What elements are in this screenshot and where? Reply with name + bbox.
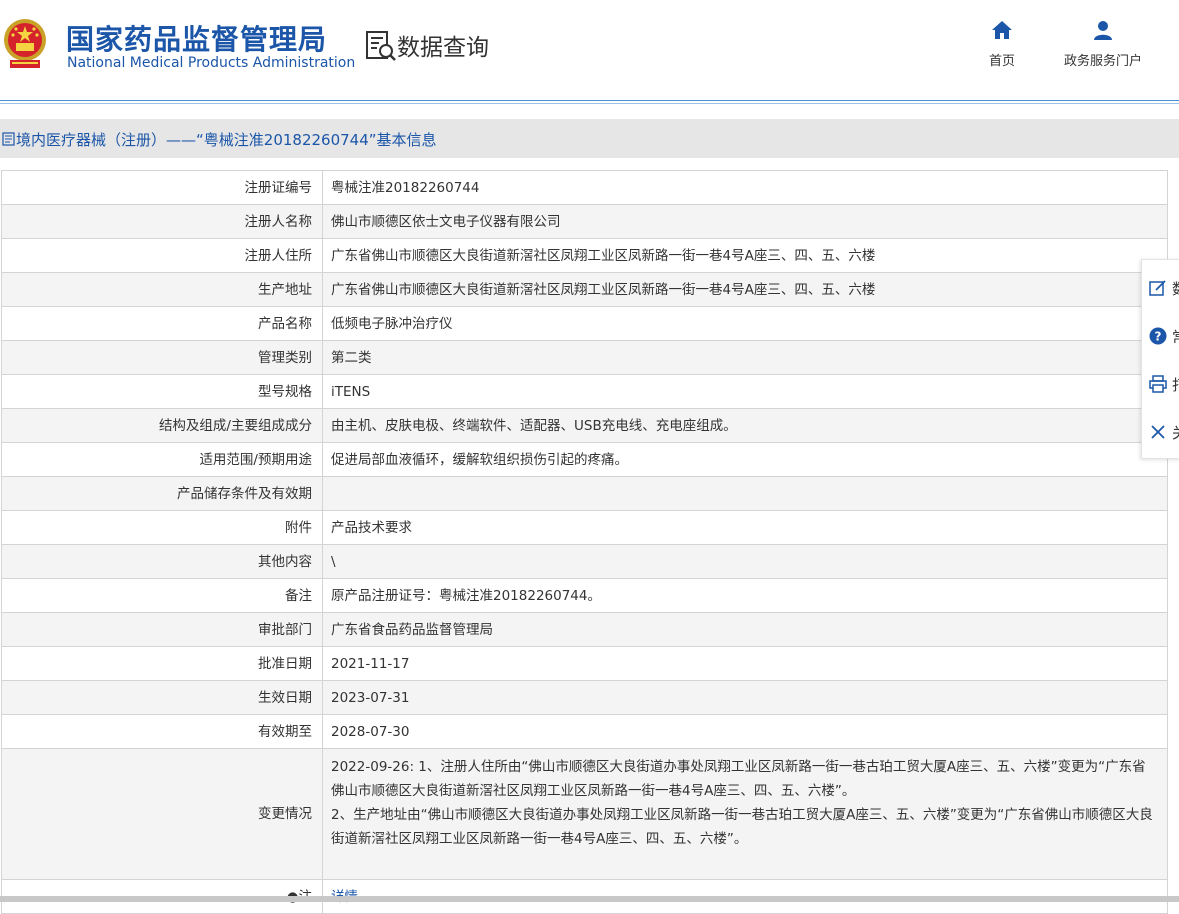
field-value: 原产品注册证号：粤械注准20182260744。 bbox=[322, 578, 1168, 613]
page-header: 国家药品监督管理局 National Medical Products Admi… bbox=[0, 0, 1179, 100]
home-icon bbox=[992, 21, 1012, 39]
table-row: 生产地址 广东省佛山市顺德区大良街道新滘社区凤翔工业区凤新路一街一巷4号A座三、四… bbox=[1, 272, 1168, 307]
field-label: 附件 bbox=[1, 510, 323, 545]
side-item-close-label: 关 bbox=[1172, 422, 1179, 443]
header-divider-light bbox=[0, 103, 1179, 104]
table-row: 附件 产品技术要求 bbox=[1, 510, 1168, 545]
field-value: 第二类 bbox=[322, 340, 1168, 375]
field-label: 变更情况 bbox=[1, 748, 323, 880]
field-value: 广东省佛山市顺德区大良街道新滘社区凤翔工业区凤新路一街一巷4号A座三、四、五、六… bbox=[322, 238, 1168, 273]
field-value: 广东省食品药品监督管理局 bbox=[322, 612, 1168, 647]
field-label: 注册证编号 bbox=[1, 170, 323, 205]
section-title: 数据查询 bbox=[397, 35, 489, 61]
side-item-data[interactable]: 数 bbox=[1142, 264, 1179, 312]
table-row: 适用范围/预期用途 促进局部血液循环，缓解软组织损伤引起的疼痛。 bbox=[1, 442, 1168, 477]
page-title-bar: 境内医疗器械（注册）——“粤械注准20182260744”基本信息 bbox=[0, 119, 1179, 158]
help-icon: ? bbox=[1149, 327, 1167, 345]
field-value: 由主机、皮肤电极、终端软件、适配器、USB充电线、充电座组成。 bbox=[322, 408, 1168, 443]
field-label: 有效期至 bbox=[1, 714, 323, 749]
document-icon bbox=[2, 132, 15, 146]
field-value bbox=[322, 476, 1168, 511]
field-label: 其他内容 bbox=[1, 544, 323, 579]
table-row: 产品名称 低频电子脉冲治疗仪 bbox=[1, 306, 1168, 341]
field-label: 适用范围/预期用途 bbox=[1, 442, 323, 477]
side-item-help[interactable]: ? 常 bbox=[1142, 312, 1179, 360]
nav-portal-label: 政务服务门户 bbox=[1063, 54, 1142, 69]
field-value: 低频电子脉冲治疗仪 bbox=[322, 306, 1168, 341]
field-value: 2028-07-30 bbox=[322, 714, 1168, 749]
edit-icon bbox=[1149, 280, 1166, 296]
field-label: 注册人名称 bbox=[1, 204, 323, 239]
change-item-2: 2、生产地址由“佛山市顺德区大良街道办事处凤翔工业区凤新路一街一巷古珀工贸大厦A… bbox=[331, 807, 1153, 847]
table-row: 注册人住所 广东省佛山市顺德区大良街道新滘社区凤翔工业区凤新路一街一巷4号A座三、… bbox=[1, 238, 1168, 273]
table-row: 型号规格 iTENS bbox=[1, 374, 1168, 409]
nav-portal-link[interactable]: 政务服务门户 bbox=[1058, 20, 1148, 69]
field-label: 产品名称 bbox=[1, 306, 323, 341]
table-row-change-history: 变更情况 2022-09-26: 1、注册人住所由“佛山市顺德区大良街道办事处凤翔… bbox=[1, 748, 1168, 880]
table-row: 产品储存条件及有效期 bbox=[1, 476, 1168, 511]
table-row: 注册证编号 粤械注准20182260744 bbox=[1, 170, 1168, 205]
field-label: 产品储存条件及有效期 bbox=[1, 476, 323, 511]
registration-info-table: 注册证编号 粤械注准20182260744 注册人名称 佛山市顺德区依士文电子仪器有限… bbox=[1, 170, 1168, 914]
field-label: 型号规格 bbox=[1, 374, 323, 409]
agency-name-en: National Medical Products Administration bbox=[67, 55, 356, 71]
table-row: 生效日期 2023-07-31 bbox=[1, 680, 1168, 715]
svg-text:?: ? bbox=[1155, 330, 1162, 344]
data-query-icon bbox=[366, 31, 396, 61]
nav-home-link[interactable]: 首页 bbox=[982, 20, 1022, 69]
national-emblem-icon bbox=[4, 19, 46, 68]
field-label: 备注 bbox=[1, 578, 323, 613]
field-label: 审批部门 bbox=[1, 612, 323, 647]
horizontal-scrollbar[interactable] bbox=[0, 896, 1179, 902]
field-value: 2023-07-31 bbox=[322, 680, 1168, 715]
header-divider bbox=[0, 100, 1179, 101]
field-label: 管理类别 bbox=[1, 340, 323, 375]
field-value: iTENS bbox=[322, 374, 1168, 409]
field-label: 生效日期 bbox=[1, 680, 323, 715]
table-row: 有效期至 2028-07-30 bbox=[1, 714, 1168, 749]
table-row: 管理类别 第二类 bbox=[1, 340, 1168, 375]
change-history-value: 2022-09-26: 1、注册人住所由“佛山市顺德区大良街道办事处凤翔工业区凤… bbox=[322, 748, 1168, 880]
table-row: 结构及组成/主要组成成分 由主机、皮肤电极、终端软件、适配器、USB充电线、充电座… bbox=[1, 408, 1168, 443]
close-icon bbox=[1151, 425, 1165, 439]
nav-home-label: 首页 bbox=[988, 54, 1015, 69]
field-value: 佛山市顺德区依士文电子仪器有限公司 bbox=[322, 204, 1168, 239]
change-item-1: 2022-09-26: 1、注册人住所由“佛山市顺德区大良街道办事处凤翔工业区凤… bbox=[331, 759, 1146, 799]
field-label: 生产地址 bbox=[1, 272, 323, 307]
field-value: 2021-11-17 bbox=[322, 646, 1168, 681]
table-row: 注册人名称 佛山市顺德区依士文电子仪器有限公司 bbox=[1, 204, 1168, 239]
page-title: 境内医疗器械（注册）——“粤械注准20182260744”基本信息 bbox=[16, 131, 437, 149]
field-value: 产品技术要求 bbox=[322, 510, 1168, 545]
field-value: 广东省佛山市顺德区大良街道新滘社区凤翔工业区凤新路一街一巷4号A座三、四、五、六… bbox=[322, 272, 1168, 307]
side-item-print[interactable]: 打 bbox=[1142, 360, 1179, 408]
field-value: 粤械注准20182260744 bbox=[322, 170, 1168, 205]
field-value: \ bbox=[322, 544, 1168, 579]
agency-name-cn: 国家药品监督管理局 bbox=[66, 23, 328, 56]
side-item-help-label: 常 bbox=[1172, 326, 1179, 347]
user-icon bbox=[1094, 21, 1112, 40]
field-label: 批准日期 bbox=[1, 646, 323, 681]
table-row: 审批部门 广东省食品药品监督管理局 bbox=[1, 612, 1168, 647]
side-item-data-label: 数 bbox=[1172, 278, 1179, 299]
side-toolbar: 数 ? 常 打 关 bbox=[1141, 259, 1179, 459]
side-item-print-label: 打 bbox=[1172, 374, 1179, 395]
field-value: 促进局部血液循环，缓解软组织损伤引起的疼痛。 bbox=[322, 442, 1168, 477]
field-label: 注册人住所 bbox=[1, 238, 323, 273]
side-item-close[interactable]: 关 bbox=[1142, 408, 1179, 456]
print-icon bbox=[1149, 375, 1167, 393]
table-row: 备注 原产品注册证号：粤械注准20182260744。 bbox=[1, 578, 1168, 613]
table-row: 批准日期 2021-11-17 bbox=[1, 646, 1168, 681]
field-label: 结构及组成/主要组成成分 bbox=[1, 408, 323, 443]
table-row: 其他内容 \ bbox=[1, 544, 1168, 579]
